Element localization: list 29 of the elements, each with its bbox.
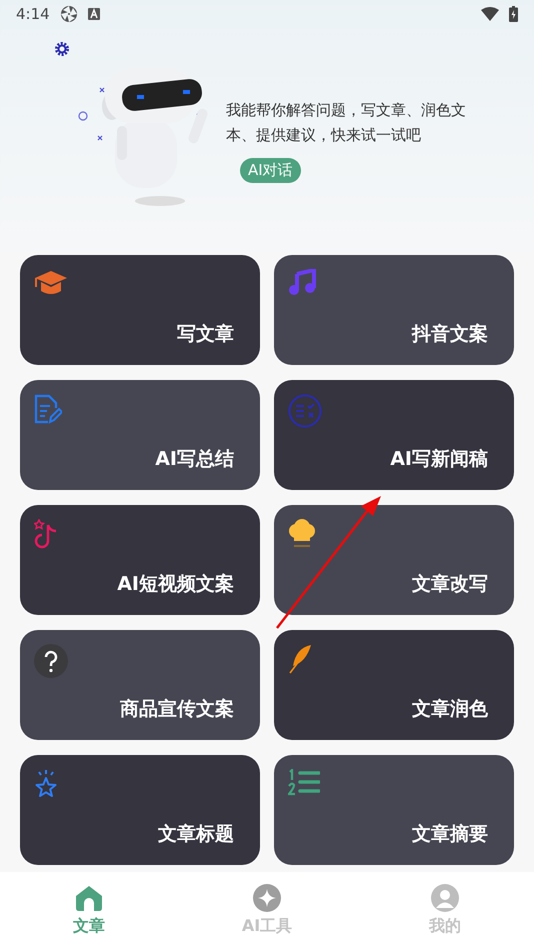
wifi-icon [481,7,499,21]
intro-text: 我能帮你解答问题，写文章、润色文本、提供建议，快来试一试吧 [226,100,467,146]
feature-card[interactable]: AI写新闻稿 [274,380,514,490]
battery-icon [509,6,518,22]
music-note-icon [34,519,58,549]
sparkle-icon [253,884,281,912]
graduation-cap-icon [34,269,68,297]
home-icon [75,884,103,912]
feature-card[interactable]: 文章改写 [274,505,514,615]
feature-card[interactable]: 抖音文案 [274,255,514,365]
feature-card[interactable]: 文章摘要 [274,755,514,865]
aperture-icon [60,5,78,23]
status-time: 4:14 [16,5,50,23]
question-icon [34,644,68,678]
feature-card[interactable]: 写文章 [20,255,260,365]
feature-card[interactable]: 文章标题 [20,755,260,865]
star-icon [34,769,58,799]
checklist-circle-icon [288,394,322,428]
document-edit-icon [34,394,62,424]
numbered-list-icon [288,769,320,797]
font-icon [88,8,100,20]
feature-card[interactable]: 文章润色 [274,630,514,740]
feature-card[interactable]: AI短视频文案 [20,505,260,615]
person-icon [431,884,459,912]
feather-icon [288,644,312,674]
feature-card[interactable]: 商品宣传文案 [20,630,260,740]
chef-hat-icon [288,519,316,549]
feature-card[interactable]: AI写总结 [20,380,260,490]
music-note-icon [288,269,316,295]
